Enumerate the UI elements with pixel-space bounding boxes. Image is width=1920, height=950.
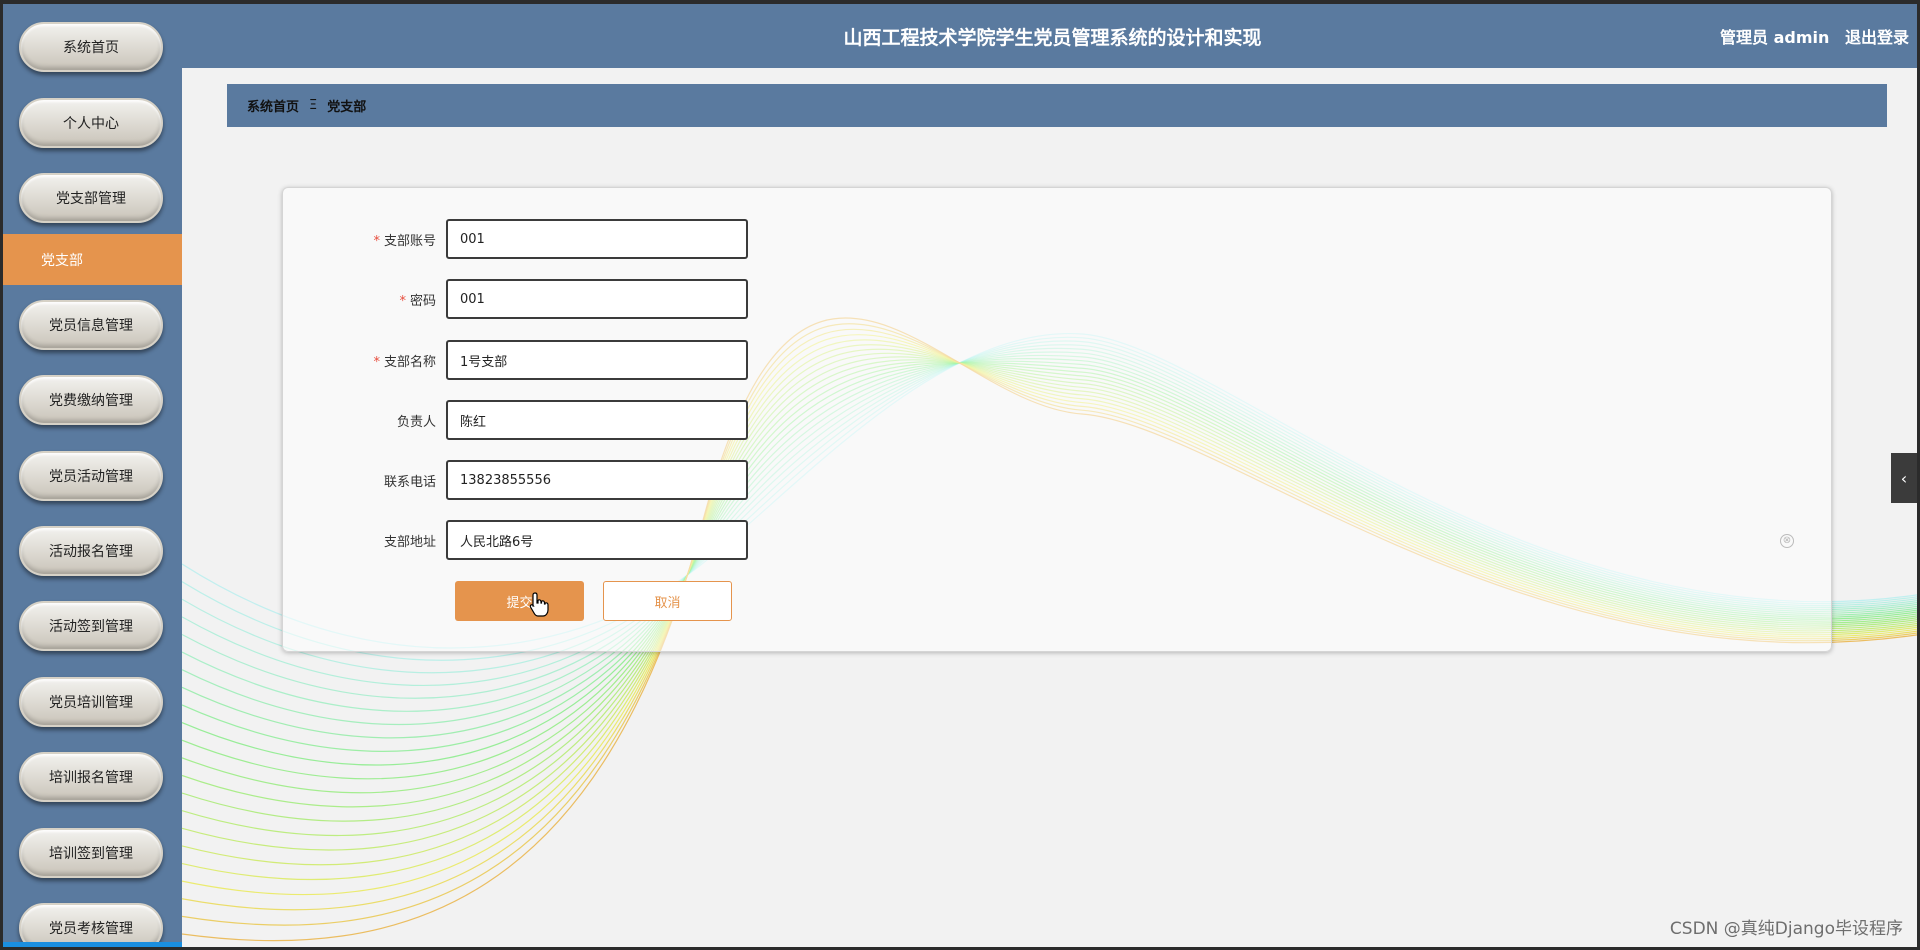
submit-button[interactable]: 提交 bbox=[455, 581, 584, 621]
field-label: 支部地址 bbox=[383, 534, 436, 550]
form-row-account: * 支部账号 bbox=[283, 219, 748, 259]
form-row-password: * 密码 bbox=[283, 279, 748, 319]
field-label: * 密码 bbox=[399, 293, 436, 309]
sidebar-item-activity-signup[interactable]: 活动报名管理 bbox=[19, 526, 163, 576]
breadcrumb: 系统首页 Ξ 党支部 bbox=[227, 84, 1887, 127]
sidebar-item-training[interactable]: 党员培训管理 bbox=[19, 677, 163, 727]
top-header: 山西工程技术学院学生党员管理系统的设计和实现 管理员 admin 退出登录 bbox=[182, 4, 1917, 68]
cancel-button[interactable]: 取消 bbox=[603, 581, 732, 621]
sidebar-item-activities[interactable]: 党员活动管理 bbox=[19, 451, 163, 501]
app-window: 系统首页 个人中心 党支部管理 党支部 党员信息管理 党费缴纳管理 党员活动管理… bbox=[0, 0, 1920, 950]
leader-input[interactable] bbox=[446, 400, 748, 440]
branch-form-card: *支部账号 *密码 *支部名称 负责人 联系电话 支部地址 ⊗ 提交 取消 bbox=[282, 187, 1832, 652]
field-label: * 支部账号 bbox=[373, 233, 436, 249]
logout-link[interactable]: 退出登录 bbox=[1845, 28, 1909, 47]
breadcrumb-home[interactable]: 系统首页 bbox=[247, 96, 299, 115]
sidebar-item-home[interactable]: 系统首页 bbox=[19, 22, 163, 72]
watermark: CSDN @真纯Django毕设程序 bbox=[1669, 919, 1903, 939]
phone-input[interactable] bbox=[446, 460, 748, 500]
breadcrumb-separator-icon: Ξ bbox=[309, 98, 318, 113]
sidebar-item-member-info[interactable]: 党员信息管理 bbox=[19, 300, 163, 350]
form-row-branch-name: * 支部名称 bbox=[283, 340, 748, 380]
field-label: 联系电话 bbox=[383, 474, 436, 490]
sidebar-item-activity-checkin[interactable]: 活动签到管理 bbox=[19, 601, 163, 651]
sidebar-item-training-checkin[interactable]: 培训签到管理 bbox=[19, 828, 163, 878]
sidebar: 系统首页 个人中心 党支部管理 党支部 党员信息管理 党费缴纳管理 党员活动管理… bbox=[3, 4, 182, 947]
field-label: * 支部名称 bbox=[373, 354, 436, 370]
branch-name-input[interactable] bbox=[446, 340, 748, 380]
branch-account-input[interactable] bbox=[446, 219, 748, 259]
collapse-panel-chevron-icon[interactable]: ‹ bbox=[1891, 453, 1917, 503]
password-input[interactable] bbox=[446, 279, 748, 319]
field-label: 负责人 bbox=[396, 414, 436, 430]
sidebar-item-branch-management[interactable]: 党支部管理 bbox=[19, 173, 163, 223]
admin-user-label: 管理员 admin bbox=[1720, 28, 1830, 47]
sidebar-item-training-signup[interactable]: 培训报名管理 bbox=[19, 752, 163, 802]
hand-cursor-icon bbox=[529, 592, 549, 617]
page-title: 山西工程技术学院学生党员管理系统的设计和实现 bbox=[843, 27, 1262, 49]
sidebar-bottom-strip bbox=[3, 942, 182, 947]
clear-icon[interactable]: ⊗ bbox=[1780, 534, 1794, 548]
sidebar-subitem-branch[interactable]: 党支部 bbox=[3, 234, 182, 285]
form-row-address: 支部地址 bbox=[283, 520, 748, 560]
sidebar-item-personal-center[interactable]: 个人中心 bbox=[19, 98, 163, 148]
breadcrumb-current: 党支部 bbox=[327, 100, 367, 115]
form-row-leader: 负责人 bbox=[283, 400, 748, 440]
sidebar-item-dues[interactable]: 党费缴纳管理 bbox=[19, 375, 163, 425]
user-area: 管理员 admin 退出登录 bbox=[1710, 4, 1909, 68]
address-input[interactable] bbox=[446, 520, 748, 560]
form-row-phone: 联系电话 bbox=[283, 460, 748, 500]
